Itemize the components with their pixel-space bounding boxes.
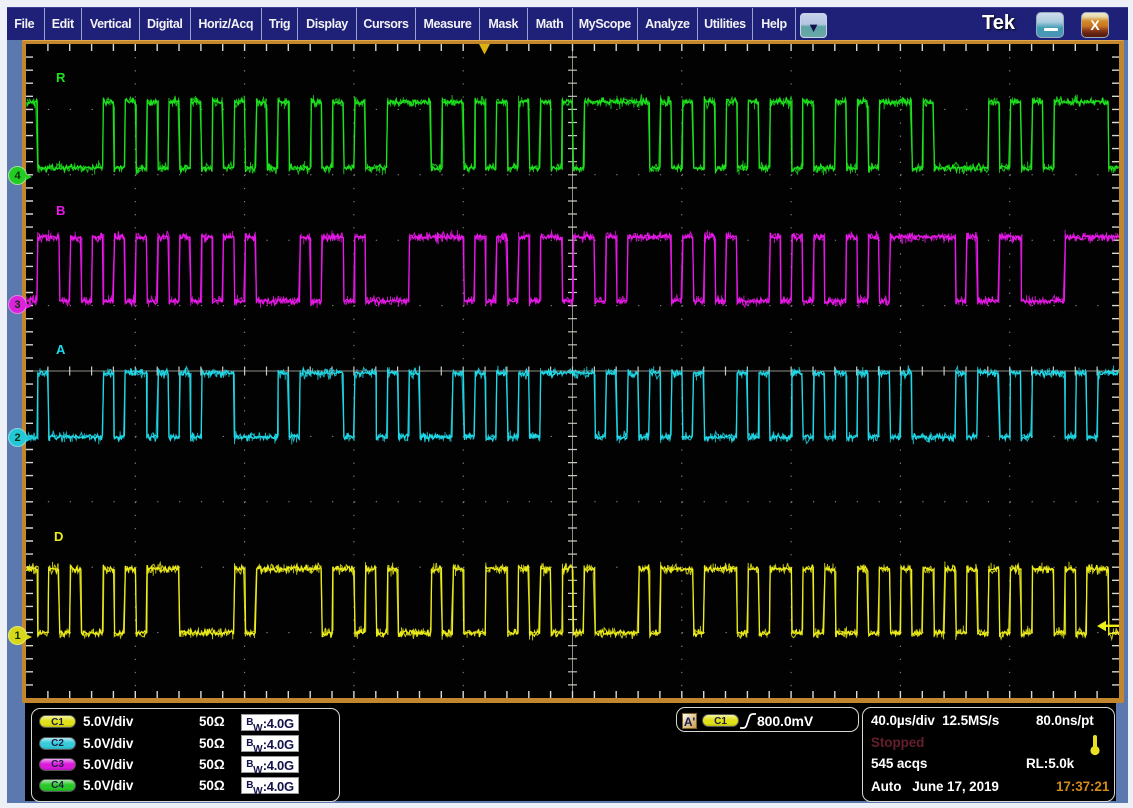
svg-text:D: D bbox=[54, 529, 63, 544]
svg-text:B: B bbox=[56, 203, 65, 218]
svg-text:R: R bbox=[56, 70, 66, 85]
svg-text:A: A bbox=[56, 342, 66, 357]
